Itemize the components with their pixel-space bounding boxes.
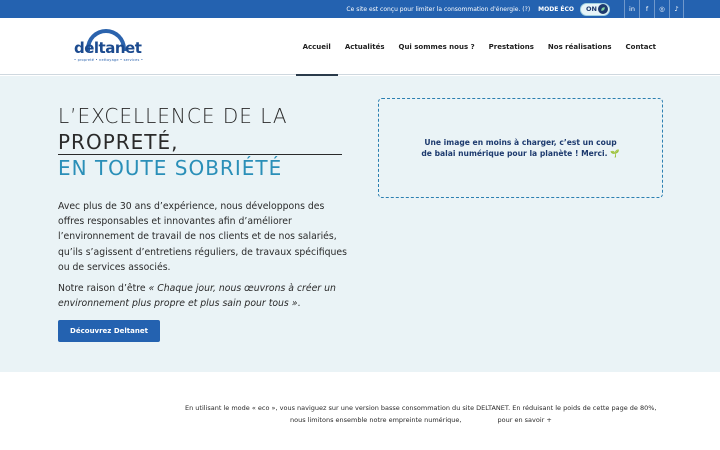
leaf-icon — [598, 4, 608, 14]
image-placeholder-text: Une image en moins à charger, c’est un c… — [421, 138, 620, 158]
eco-footer-note: En utilisant le mode « eco », vous navig… — [0, 372, 720, 450]
linkedin-icon[interactable]: in — [624, 0, 639, 18]
hero-subtitle: EN TOUTE SOBRIÉTÉ — [58, 156, 283, 180]
deltanet-logo[interactable]: deltanet • propreté • nettoyage • servic… — [72, 29, 143, 67]
mission-suffix: . — [297, 298, 301, 310]
hero-title-line1: L’EXCELLENCE DE LA — [58, 104, 288, 128]
nav-actualites[interactable]: Actualités — [345, 18, 385, 75]
nav-contact[interactable]: Contact — [626, 18, 657, 75]
mission-prefix: Notre raison d’être — [58, 283, 149, 294]
eco-topbar: Ce site est conçu pour limiter la consom… — [0, 0, 720, 18]
nav-accueil[interactable]: Accueil — [295, 18, 339, 76]
learn-more-link[interactable]: pour en savoir + — [497, 416, 551, 424]
eco-mode-info[interactable]: Ce site est conçu pour limiter la consom… — [346, 6, 530, 13]
eco-mode-toggle[interactable]: ON — [580, 2, 610, 16]
eco-note-text: nous limitons ensemble notre empreinte n… — [290, 416, 462, 424]
logo-word: deltanet — [74, 39, 142, 57]
discover-deltanet-button[interactable]: Découvrez Deltanet — [58, 320, 160, 342]
hero-mission-text: Notre raison d’être « Chaque jour, nous … — [58, 281, 348, 311]
main-nav: Accueil Actualités Qui sommes nous ? Pre… — [289, 18, 657, 76]
instagram-icon[interactable]: ◎ — [654, 0, 669, 18]
nav-prestations[interactable]: Prestations — [489, 18, 534, 75]
nav-nos-realisations[interactable]: Nos réalisations — [548, 18, 612, 75]
hero-section: L’EXCELLENCE DE LA PROPRETÉ, EN TOUTE SO… — [0, 76, 720, 372]
nav-qui-sommes-nous[interactable]: Qui sommes nous ? — [399, 18, 475, 75]
eco-mode-label: MODE ÉCO — [538, 5, 574, 13]
social-links: in f ◎ ♪ — [624, 0, 684, 18]
tiktok-icon[interactable]: ♪ — [669, 0, 684, 18]
eco-note-line1: En utilisant le mode « eco », vous navig… — [185, 404, 657, 412]
image-placeholder-box: Une image en moins à charger, c’est un c… — [378, 98, 663, 198]
hero-title-line2: PROPRETÉ, — [58, 130, 179, 154]
hero-title-divider — [58, 154, 342, 155]
eco-note-line2: nous limitons ensemble notre empreinte n… — [290, 416, 552, 424]
facebook-icon[interactable]: f — [639, 0, 654, 18]
toggle-state-label: ON — [586, 5, 597, 13]
logo-tagline: • propreté • nettoyage • services • — [74, 58, 144, 62]
site-header: deltanet • propreté • nettoyage • servic… — [0, 18, 720, 76]
hero-intro-text: Avec plus de 30 ans d’expérience, nous d… — [58, 201, 347, 273]
